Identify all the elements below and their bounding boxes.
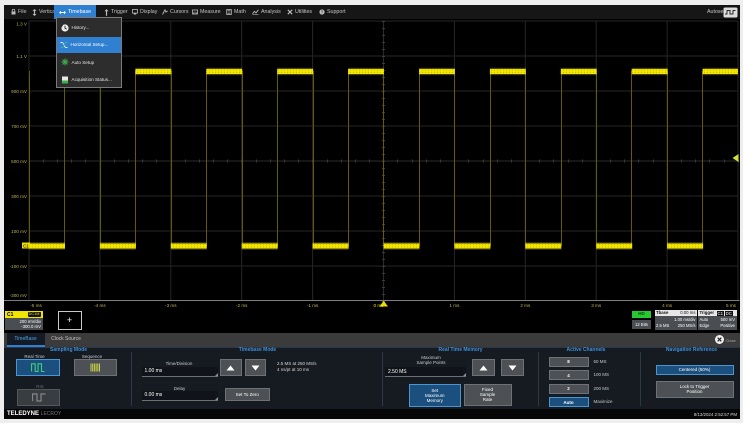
svg-text:C1: C1	[23, 244, 29, 249]
svg-text:1.1 V: 1.1 V	[16, 54, 28, 59]
svg-text:-1 ms: -1 ms	[307, 303, 319, 308]
svg-text:1.3 V: 1.3 V	[16, 22, 28, 27]
svg-text:1 ms: 1 ms	[449, 303, 460, 308]
svg-text:-100 mV: -100 mV	[10, 264, 28, 269]
svg-text:-3 ms: -3 ms	[165, 303, 177, 308]
svg-text:2 ms: 2 ms	[520, 303, 531, 308]
svg-text:4 ms: 4 ms	[662, 303, 673, 308]
svg-text:-2 ms: -2 ms	[236, 303, 248, 308]
svg-text:900 mV: 900 mV	[11, 89, 28, 94]
svg-text:300 mV: 300 mV	[11, 194, 28, 199]
svg-text:0 ms: 0 ms	[374, 303, 385, 308]
svg-text:-300 mV: -300 mV	[10, 293, 28, 298]
svg-text:500 mV: 500 mV	[11, 159, 28, 164]
svg-text:100 mV: 100 mV	[11, 229, 28, 234]
svg-text:5 ms: 5 ms	[726, 303, 737, 308]
svg-text:-4 ms: -4 ms	[94, 303, 106, 308]
svg-text:700 mV: 700 mV	[11, 124, 28, 129]
svg-text:-5 ms: -5 ms	[30, 303, 42, 308]
svg-text:3 ms: 3 ms	[591, 303, 602, 308]
